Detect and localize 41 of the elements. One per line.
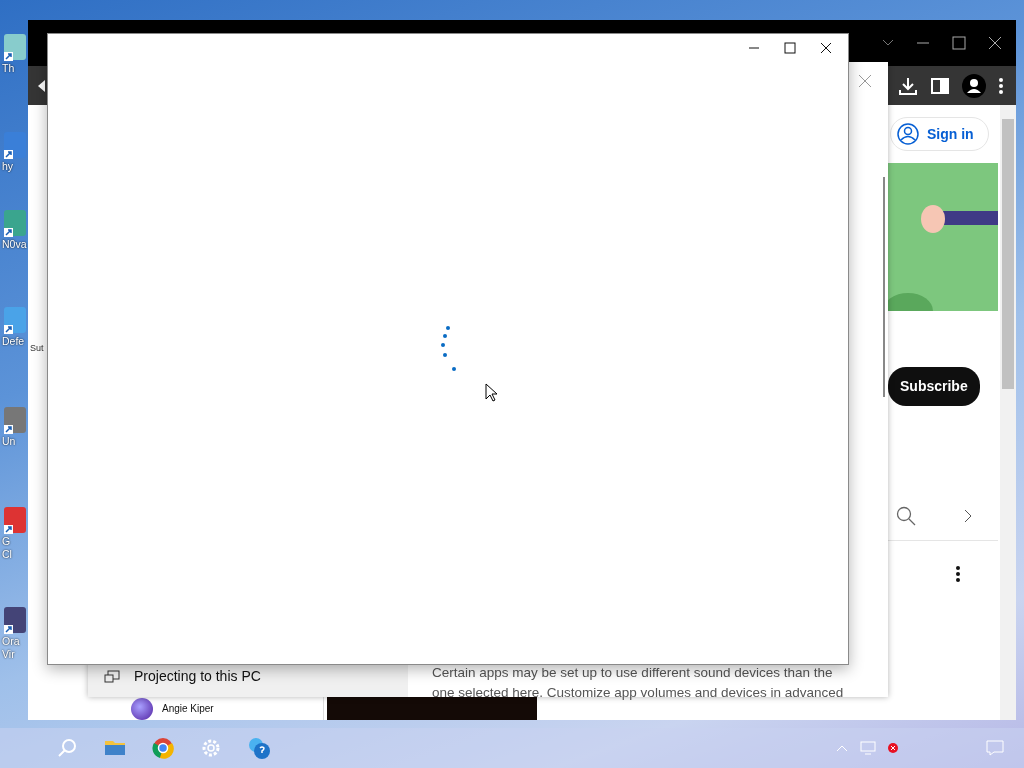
nav-item[interactable]: Projecting to this PC xyxy=(88,662,408,691)
cursor-icon xyxy=(485,383,497,402)
desktop-icon-label[interactable]: Defe xyxy=(2,335,25,348)
desktop-shortcut-icon xyxy=(4,32,26,62)
side-label: Sut xyxy=(30,342,44,355)
desktop-icon-label[interactable]: Un xyxy=(2,435,16,448)
close-icon[interactable] xyxy=(988,36,1002,50)
avatar xyxy=(131,697,153,720)
browser-icon[interactable] xyxy=(152,737,174,759)
desktop-icon-label[interactable]: Th xyxy=(2,62,15,75)
error-icon[interactable] xyxy=(888,743,898,753)
channel-name[interactable]: Angie Kiper xyxy=(162,701,214,716)
desktop-shortcut-icon xyxy=(4,605,26,635)
profile-icon[interactable] xyxy=(962,73,986,98)
desktop-icon-label[interactable]: hy xyxy=(2,160,14,173)
sign-in-button[interactable]: Sign in xyxy=(890,117,989,151)
desktop-icon-label[interactable]: N0va xyxy=(2,238,27,251)
maximize-icon[interactable] xyxy=(784,42,796,54)
download-icon[interactable] xyxy=(898,75,918,96)
scrollbar[interactable] xyxy=(1000,105,1016,720)
chevron-down-icon[interactable] xyxy=(882,39,894,47)
help-icon[interactable] xyxy=(248,737,270,759)
more-options-icon[interactable] xyxy=(955,565,961,583)
loading-spinner-icon xyxy=(438,325,458,373)
projector-icon xyxy=(104,669,120,684)
desktop-shortcut-icon xyxy=(4,208,26,238)
desktop-shortcut-icon xyxy=(4,505,26,535)
kebab-menu-icon[interactable] xyxy=(998,76,1004,95)
close-icon[interactable] xyxy=(820,42,832,54)
sidebar-icon[interactable] xyxy=(930,75,950,96)
description-text: Certain apps may be set up to use different sound devices than the one selected here. Customize app volumes and devices in advanced xyxy=(432,664,845,702)
desktop-shortcut-icon xyxy=(4,405,26,435)
scrollbar-thumb[interactable] xyxy=(1002,119,1014,389)
search-icon[interactable] xyxy=(896,506,916,526)
desktop-icon-label[interactable]: G Cl xyxy=(2,535,12,561)
chevron-right-icon[interactable] xyxy=(964,509,972,523)
subscribe-button[interactable]: Subscribe xyxy=(888,367,980,406)
desktop-shortcut-icon xyxy=(4,305,26,335)
back-arrow-icon[interactable] xyxy=(38,79,46,92)
person-icon xyxy=(897,123,919,145)
desktop-shortcut-icon xyxy=(4,130,26,160)
